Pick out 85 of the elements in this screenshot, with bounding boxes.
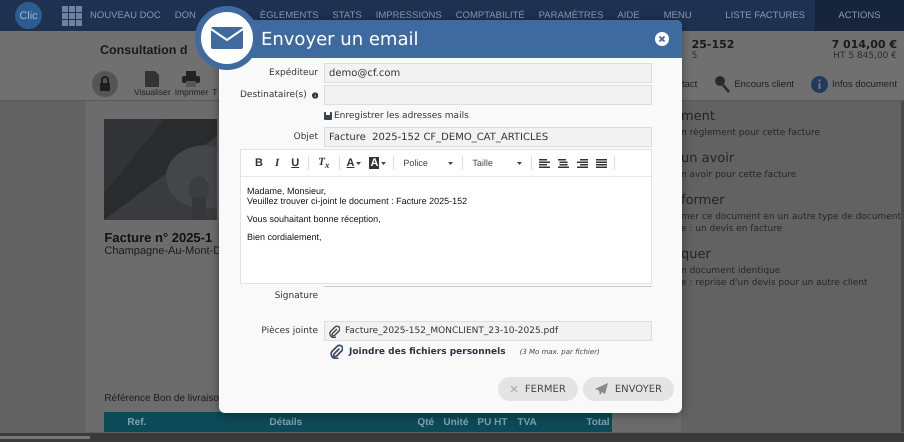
column-header: Ref. <box>127 416 146 428</box>
align-right-icon[interactable] <box>577 158 588 168</box>
sender-field[interactable]: demo@cf.com <box>324 63 652 83</box>
underline-button[interactable]: U <box>285 157 306 169</box>
text-color-button[interactable]: A <box>342 157 366 169</box>
paperclip-icon <box>330 344 343 359</box>
font-dropdown[interactable]: Police <box>397 157 460 169</box>
column-header: Unité <box>443 416 468 428</box>
field-label: Expéditeur <box>268 68 319 78</box>
nav-menu-item[interactable]: MENU <box>664 10 692 21</box>
subject-field[interactable]: Facture 2025-152 CF_DEMO_CAT_ARTICLES <box>324 127 652 147</box>
message-paragraph: Vous souhaitant bonne réception, <box>247 214 382 224</box>
column-header: PU HT <box>477 416 508 428</box>
grid-icon[interactable] <box>62 6 82 26</box>
toolbar-button[interactable]: Encours client <box>714 75 794 93</box>
paperclip-icon <box>329 324 340 338</box>
message-paragraph: Madame, Monsieur, Veuillez trouver ci-joint le document : Facture 2025-152 <box>247 186 468 206</box>
column-header: Qté <box>417 416 434 428</box>
delivery-reference: Référence Bon de livraiso <box>104 393 219 404</box>
italic-button[interactable]: I <box>268 157 286 169</box>
field-label: Signature <box>274 290 319 300</box>
toolbar-button[interactable]: T <box>212 71 218 97</box>
toolbar-button[interactable]: Visualiser <box>134 71 171 97</box>
bold-button[interactable]: B <box>249 157 269 169</box>
send-button[interactable]: ENVOYER <box>582 377 674 401</box>
toolbar-button[interactable]: tact <box>682 75 698 93</box>
column-header: TVA <box>517 416 537 428</box>
action-title[interactable]: ment <box>681 109 901 124</box>
nav-menu-item[interactable]: IMPRESSIONS <box>376 10 442 21</box>
nav-menu-item[interactable]: PARAMÈTRES <box>538 10 604 21</box>
document-icon <box>145 71 160 87</box>
printer-icon <box>182 71 200 87</box>
nav-menu-item[interactable]: COMPTABILITÉ <box>456 10 525 21</box>
size-dropdown[interactable]: Taille <box>466 157 528 169</box>
save-addresses-link[interactable]: Enregistrer les adresses mails <box>324 111 469 121</box>
align-left-icon[interactable] <box>539 158 550 168</box>
toolbar-button[interactable]: Imprimer <box>174 71 208 97</box>
nav-menu-item[interactable]: DON <box>174 10 196 21</box>
attach-files-link[interactable]: Joindre des fichiers personnels <box>349 346 506 356</box>
total-ht-amount: HT 5 845,00 € <box>833 51 897 61</box>
align-center-icon[interactable] <box>558 158 570 168</box>
horizontal-scrollbar[interactable] <box>0 433 904 442</box>
paper-plane-icon <box>594 383 608 395</box>
lock-icon[interactable] <box>92 71 118 97</box>
close-button[interactable]: FERMER <box>498 377 578 401</box>
nav-menu-item[interactable]: NOUVEAU DOC <box>90 10 161 21</box>
invoice-title: Facture n° 2025-1 <box>104 230 212 246</box>
caret-icon <box>448 162 454 164</box>
caret-icon <box>517 162 522 164</box>
close-icon[interactable] <box>655 32 669 46</box>
toolbar-button[interactable]: Infos document <box>811 75 897 93</box>
info-icon[interactable] <box>312 90 318 100</box>
actions-tab[interactable]: ACTIONS <box>815 0 904 31</box>
total-amount: 7 014,00 € <box>832 38 897 51</box>
message-editor[interactable]: Madame, Monsieur, Veuillez trouver ci-joint le document : Facture 2025-152 Vous souhaitant bonne réception, Bien cordialement, <box>241 177 651 283</box>
document-number-sub: 5 <box>692 51 698 61</box>
action-description: mer ce document en un autre type de document <box>681 211 901 223</box>
column-header: Détails <box>269 416 302 428</box>
info-icon <box>811 76 828 92</box>
nav-menu-item[interactable]: ÈGLEMENTS <box>260 10 318 21</box>
action-title[interactable]: un avoir <box>681 151 901 166</box>
nav-menu-item[interactable]: AIDE <box>617 10 640 21</box>
clear-format-button[interactable]: T$_{x}$ <box>312 156 336 170</box>
logo[interactable]: Clic <box>15 2 42 29</box>
background-color-button[interactable]: A <box>365 157 390 169</box>
dialog-title: Envoyer un email <box>261 28 418 50</box>
client-city: Champagne-Au-Mont-D <box>104 245 222 258</box>
message-paragraph: Bien cordialement, <box>247 232 323 242</box>
column-header: Total <box>586 416 610 428</box>
action-title[interactable]: former <box>681 193 901 208</box>
field-label: Pièces jointe <box>260 326 319 336</box>
nav-menu-item[interactable]: LISTE FACTURES <box>725 10 805 21</box>
field-label: Objet <box>292 132 319 142</box>
justify-icon[interactable] <box>596 158 608 168</box>
attachment-field[interactable]: Facture_2025-152_MONCLIENT_23-10-2025.pdf <box>324 321 652 341</box>
search-icon <box>714 75 730 93</box>
page-title: Consultation d <box>100 42 188 56</box>
recipients-field[interactable] <box>324 85 652 105</box>
caret-icon <box>356 162 362 164</box>
action-title[interactable]: quer <box>681 247 901 262</box>
caret-icon <box>381 162 386 164</box>
document-number: 25-152 <box>692 38 736 51</box>
close-icon <box>510 385 518 393</box>
field-label: Destinataire(s) <box>240 90 307 100</box>
nav-menu-item[interactable]: STATS <box>332 10 362 21</box>
